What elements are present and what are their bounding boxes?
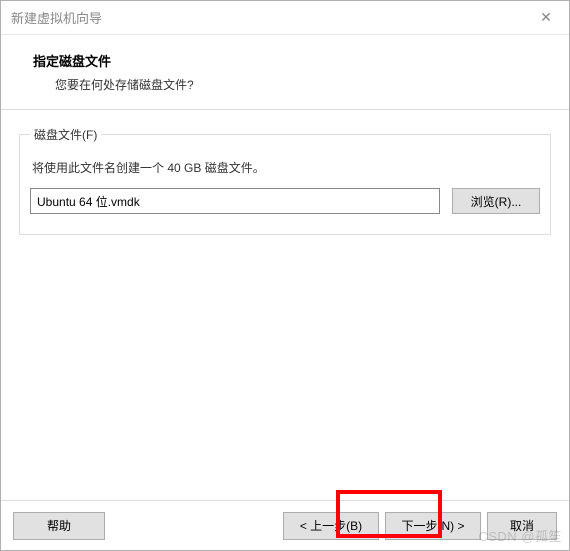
close-button[interactable]: ✕ [523,1,569,34]
back-button[interactable]: < 上一步(B) [283,512,379,540]
group-description: 将使用此文件名创建一个 40 GB 磁盘文件。 [32,159,540,176]
disk-file-input[interactable] [30,188,440,214]
titlebar: 新建虚拟机向导 ✕ [1,1,569,35]
wizard-window: 新建虚拟机向导 ✕ 指定磁盘文件 您要在何处存储磁盘文件? 磁盘文件(F) 将使… [0,0,570,551]
help-button[interactable]: 帮助 [13,512,105,540]
group-legend: 磁盘文件(F) [30,126,101,143]
disk-file-group: 磁盘文件(F) 将使用此文件名创建一个 40 GB 磁盘文件。 浏览(R)... [19,126,551,235]
cancel-button[interactable]: 取消 [487,512,557,540]
file-row: 浏览(R)... [30,188,540,214]
close-icon: ✕ [540,9,552,26]
wizard-header: 指定磁盘文件 您要在何处存储磁盘文件? [1,35,569,110]
wizard-content: 磁盘文件(F) 将使用此文件名创建一个 40 GB 磁盘文件。 浏览(R)... [1,110,569,500]
page-subtitle: 您要在何处存储磁盘文件? [55,76,543,93]
page-title: 指定磁盘文件 [33,51,543,70]
next-button[interactable]: 下一步(N) > [385,512,481,540]
window-title: 新建虚拟机向导 [11,8,102,27]
wizard-footer: 帮助 < 上一步(B) 下一步(N) > 取消 [1,500,569,550]
browse-button[interactable]: 浏览(R)... [452,188,540,214]
